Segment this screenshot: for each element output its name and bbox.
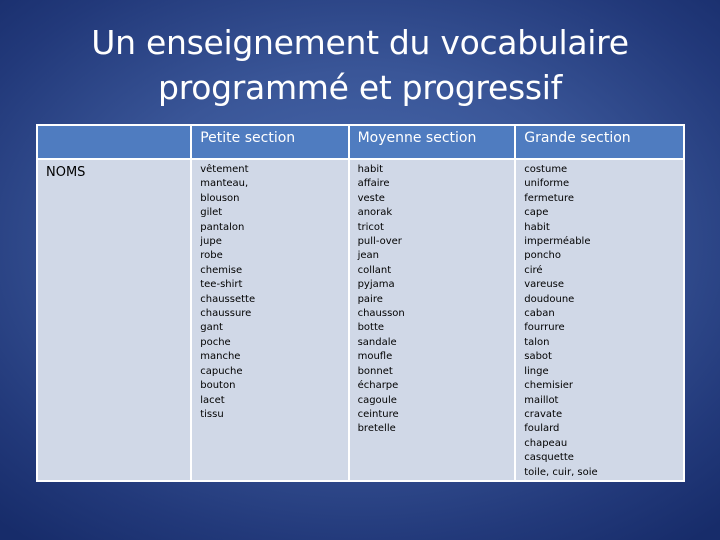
slide-title-line-1: Un enseignement du vocabulaire [91, 23, 629, 62]
vocab-word: jean [357, 250, 379, 262]
vocab-word: bretelle [357, 423, 396, 435]
vocab-word: caban [524, 308, 555, 320]
header-petite-section: Petite section [190, 124, 350, 160]
vocab-word: sandale [357, 336, 397, 348]
vocab-word: fourrure [524, 322, 565, 334]
vocab-word: chapeau [524, 437, 568, 449]
vocabulary-table: Petite section Moyenne section Grande se… [35, 124, 685, 482]
vocab-word: bonnet [357, 365, 393, 377]
vocab-word: pyjama [357, 279, 395, 291]
vocab-word: ciré [524, 264, 543, 276]
vocab-word: habit [524, 221, 550, 233]
vocab-word: tee-shirt [200, 279, 243, 291]
vocab-word: ceinture [357, 408, 399, 420]
vocab-word: chausson [357, 308, 405, 320]
table-header-row: Petite section Moyenne section Grande se… [35, 124, 685, 160]
vocab-word: sabot [524, 351, 552, 363]
vocab-word: poncho [524, 250, 561, 262]
vocab-word: affaire [357, 178, 390, 190]
vocab-word: gilet [200, 207, 223, 219]
vocab-word: costume [524, 164, 568, 175]
vocab-word: cagoule [357, 394, 397, 406]
vocab-word: pull-over [357, 236, 402, 248]
cell-grande-section-words: costume uniforme fermeture cape habit impermé… [514, 158, 685, 482]
vocab-word: imperméable [524, 236, 591, 248]
vocab-word: talon [524, 336, 550, 348]
header-moyenne-section: Moyenne section [347, 124, 517, 160]
vocab-word: doudoune [524, 293, 575, 305]
vocab-word: foulard [524, 423, 560, 435]
vocab-word: chaussette [200, 293, 256, 305]
vocab-word: gant [200, 322, 223, 334]
vocab-word: bouton [200, 380, 236, 392]
vocab-word: paire [357, 293, 383, 305]
vocab-word: lacet [200, 394, 225, 406]
vocab-word: robe [200, 250, 223, 262]
vocab-word: poche [200, 336, 231, 348]
vocab-word: écharpe [357, 380, 399, 392]
vocab-word: capuche [200, 365, 243, 377]
vocab-word: chemise [200, 264, 243, 276]
row-label-noms: NOMS [35, 158, 193, 482]
vocab-word: botte [357, 322, 385, 334]
header-grande-section: Grande section [514, 124, 685, 160]
vocab-word: manche [200, 351, 241, 363]
vocab-word: uniforme [524, 178, 570, 190]
vocab-word: collant [357, 264, 392, 276]
vocab-word: vareuse [524, 279, 565, 291]
vocab-word: maillot [524, 394, 559, 406]
vocab-word: tissu [200, 408, 224, 420]
vocab-word: chemisier [524, 380, 573, 392]
cell-petite-section-words: vêtement manteau, blouson gilet pantalon jupe… [190, 158, 350, 482]
vocab-word: habit [357, 164, 384, 175]
table-row-noms: NOMS vêtement manteau, blouson gilet pantalo… [35, 158, 685, 482]
vocab-word: fermeture [524, 192, 575, 204]
vocab-word: casquette [524, 452, 574, 464]
vocab-word: cape [524, 207, 549, 219]
vocab-word: vêtement [200, 164, 249, 175]
cell-moyenne-section-words: habit affaire veste anorak tricot pull-over je… [347, 158, 517, 482]
vocab-word: pantalon [200, 221, 245, 233]
vocab-word: linge [524, 365, 549, 377]
vocab-word: cravate [524, 408, 563, 420]
slide-title-line-2: programmé et progressif [158, 68, 562, 107]
header-cell-empty [35, 124, 193, 160]
vocab-word: chaussure [200, 308, 252, 320]
vocab-word: tricot [357, 221, 384, 233]
vocab-word: veste [357, 192, 385, 204]
vocab-word: manteau, [200, 178, 249, 190]
slide-title: Un enseignement du vocabulaire programmé… [0, 20, 720, 110]
vocab-word: moufle [357, 351, 393, 363]
vocab-word: blouson [200, 192, 240, 204]
vocab-word: toile, cuir, soie [524, 466, 598, 478]
vocab-word: jupe [200, 236, 222, 248]
vocab-word: anorak [357, 207, 393, 219]
